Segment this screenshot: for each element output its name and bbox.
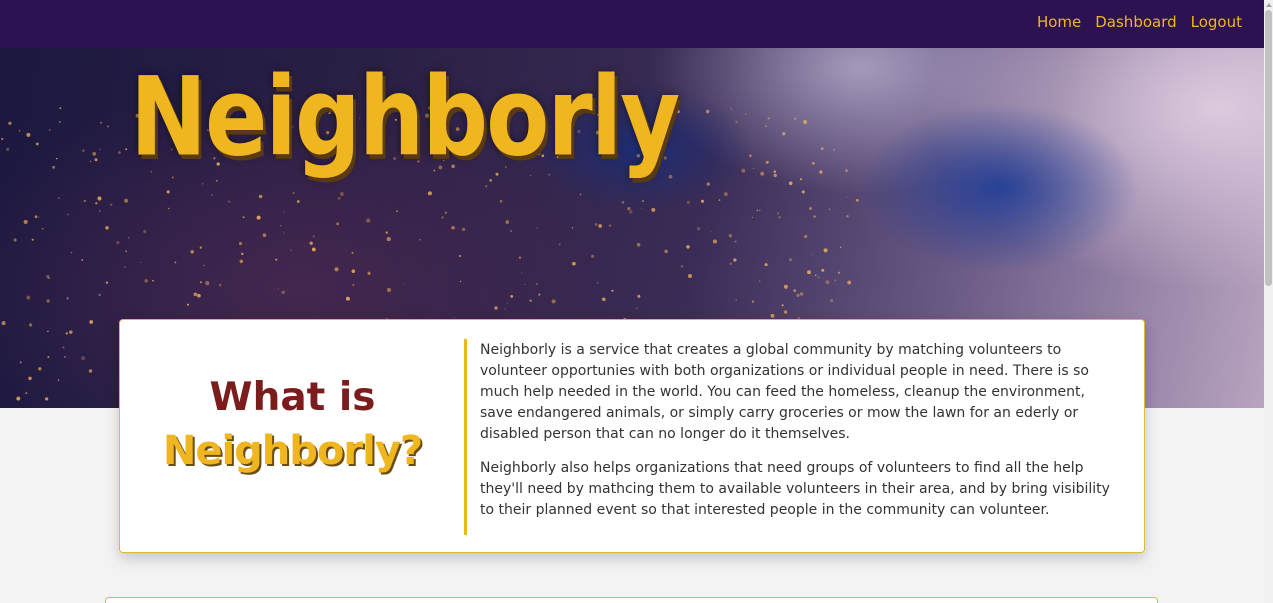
navbar: Home Dashboard Logout: [0, 0, 1264, 48]
page: Home Dashboard Logout Neighborly What is…: [0, 0, 1264, 603]
scrollbar[interactable]: [1264, 0, 1273, 603]
about-text: Neighborly is a service that creates a g…: [480, 340, 1120, 534]
scrollbar-thumb[interactable]: [1265, 10, 1272, 286]
nav-link-dashboard[interactable]: Dashboard: [1095, 13, 1176, 31]
nav-link-logout[interactable]: Logout: [1191, 13, 1242, 31]
about-divider: [464, 339, 467, 535]
hero-title: Neighborly: [130, 54, 680, 181]
about-card: What is Neighborly? Neighborly is a serv…: [119, 319, 1145, 553]
about-heading-line1: What is: [209, 375, 376, 420]
next-card: [105, 597, 1158, 603]
about-heading: What is Neighborly?: [120, 375, 465, 474]
about-paragraph: Neighborly is a service that creates a g…: [480, 342, 1089, 442]
nav-link-home[interactable]: Home: [1037, 13, 1081, 31]
scroll-up-arrow-icon[interactable]: [1266, 3, 1272, 7]
about-paragraph: Neighborly also helps organizations that…: [480, 460, 1110, 518]
about-heading-line2: Neighborly?: [162, 428, 423, 474]
nav-links: Home Dashboard Logout: [1037, 13, 1242, 31]
